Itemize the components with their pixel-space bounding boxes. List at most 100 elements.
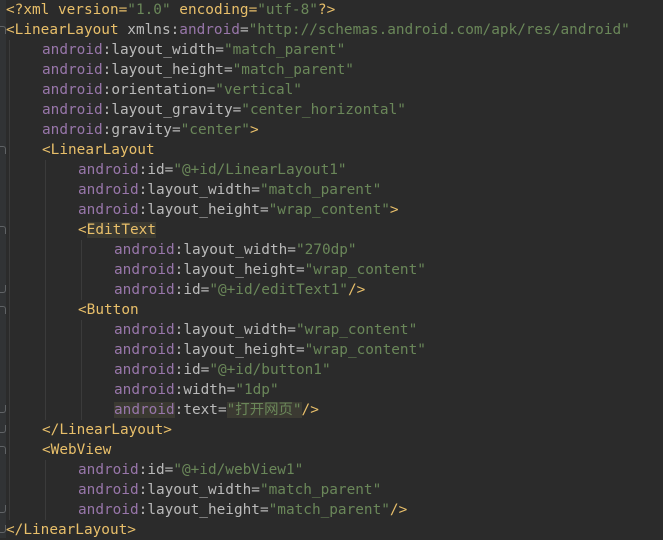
code-token-tag: </LinearLayout> xyxy=(42,422,172,438)
code-token-str: "@+id/editText1" xyxy=(209,282,348,298)
code-token-attr: xmlns: xyxy=(127,22,180,38)
code-token-tag: </LinearLayout> xyxy=(6,522,136,538)
code-line[interactable]: <LinearLayout xyxy=(6,140,663,160)
code-token-ns: android xyxy=(78,182,139,198)
code-token-attr: :id= xyxy=(138,162,174,178)
code-line[interactable]: android:text="打开网页"/> xyxy=(6,400,663,420)
code-token-str: "match_parent" xyxy=(268,502,390,518)
code-line[interactable]: <?xml version="1.0" encoding="utf-8"?> xyxy=(6,0,663,20)
code-line[interactable]: android:layout_gravity="center_horizonta… xyxy=(6,100,663,120)
indent-guide xyxy=(9,380,10,400)
code-line[interactable]: android:layout_width="match_parent" xyxy=(6,40,663,60)
code-line[interactable]: </LinearLayout> xyxy=(6,420,663,440)
code-token-ns: android xyxy=(114,262,175,278)
code-token-str: "match_parent" xyxy=(259,482,382,498)
indent-guide xyxy=(45,300,46,320)
code-line[interactable]: android:layout_height="wrap_content" xyxy=(6,340,663,360)
code-line[interactable]: android:layout_width="270dp" xyxy=(6,240,663,260)
code-token-str: "center" xyxy=(180,122,250,138)
code-token-ns: android xyxy=(78,202,139,218)
indent-guide xyxy=(45,380,46,400)
indent-guide xyxy=(9,140,10,160)
code-token-str: "@+id/LinearLayout1" xyxy=(173,162,347,178)
code-line[interactable]: android:id="@+id/editText1"/> xyxy=(6,280,663,300)
indent-guide xyxy=(9,80,10,100)
code-line[interactable]: android:layout_height="wrap_content"> xyxy=(6,200,663,220)
indent-guide xyxy=(45,180,46,200)
indent-guide xyxy=(9,420,10,440)
code-token-attr: = xyxy=(239,22,249,38)
code-line[interactable]: android:gravity="center"> xyxy=(6,120,663,140)
code-area[interactable]: <?xml version="1.0" encoding="utf-8"?> <L… xyxy=(6,0,663,540)
indent-guide xyxy=(81,340,82,360)
code-token-ns: android xyxy=(114,242,175,258)
code-token-str: "@+id/button1" xyxy=(209,362,331,378)
code-token-attr: :layout_height= xyxy=(174,342,305,358)
code-token-attr: :layout_width= xyxy=(174,242,296,258)
code-line[interactable]: </LinearLayout> xyxy=(6,520,663,540)
code-token-attr: :id= xyxy=(174,282,210,298)
code-line[interactable]: android:id="@+id/button1" xyxy=(6,360,663,380)
indent-guide xyxy=(45,360,46,380)
code-line[interactable]: <Button xyxy=(6,300,663,320)
indent-guide xyxy=(9,220,10,240)
code-token-ns: android xyxy=(78,462,139,478)
indent-guide xyxy=(9,480,10,500)
indent-guide xyxy=(9,300,10,320)
code-token-str: "wrap_content" xyxy=(304,342,426,358)
indent-guide xyxy=(9,200,10,220)
code-token-attr: :layout_width= xyxy=(138,482,260,498)
indent-guide xyxy=(81,360,82,380)
code-token-ns: android xyxy=(114,402,175,418)
indent-guide xyxy=(81,260,82,280)
code-token-str: "wrap_content" xyxy=(295,322,418,338)
code-token-attr: :text= xyxy=(174,402,227,418)
indent-guide xyxy=(9,360,10,380)
code-token-ns: android xyxy=(179,22,240,38)
indent-guide xyxy=(9,60,10,80)
code-line[interactable]: android:layout_height="match_parent"/> xyxy=(6,500,663,520)
code-token-attr: :orientation= xyxy=(102,82,216,98)
code-line[interactable]: android:id="@+id/webView1" xyxy=(6,460,663,480)
code-token-tag: <Button xyxy=(78,302,139,318)
indent-guide xyxy=(9,340,10,360)
code-token-ns: android xyxy=(78,482,139,498)
code-token-str: "wrap_content" xyxy=(304,262,426,278)
code-token-tag: <WebView xyxy=(42,442,112,458)
code-token-str: "match_parent" xyxy=(223,42,346,58)
indent-guide xyxy=(45,220,46,240)
indent-guide xyxy=(45,320,46,340)
code-line[interactable]: <EditText xyxy=(6,220,663,240)
code-token-ns: android xyxy=(114,342,175,358)
indent-guide xyxy=(45,460,46,480)
indent-guide xyxy=(9,400,10,420)
code-token-attr: :layout_gravity= xyxy=(102,102,242,118)
code-line[interactable]: android:orientation="vertical" xyxy=(6,80,663,100)
code-line[interactable]: android:layout_width="wrap_content" xyxy=(6,320,663,340)
code-token-attr: :layout_height= xyxy=(138,202,269,218)
code-token-ns: android xyxy=(114,322,175,338)
code-token-tag: < xyxy=(78,222,87,238)
indent-guide xyxy=(81,280,82,300)
indent-guide xyxy=(45,240,46,260)
code-token-str: "center_horizontal" xyxy=(241,102,406,118)
code-line[interactable]: <LinearLayout xmlns:android="http://sche… xyxy=(6,20,663,40)
indent-guide xyxy=(9,440,10,460)
code-line[interactable]: android:layout_width="match_parent" xyxy=(6,180,663,200)
code-line[interactable]: android:id="@+id/LinearLayout1" xyxy=(6,160,663,180)
code-token-ns: android xyxy=(42,82,103,98)
code-editor[interactable]: <?xml version="1.0" encoding="utf-8"?> <L… xyxy=(0,0,663,538)
indent-guide xyxy=(9,180,10,200)
code-line[interactable]: android:layout_height="match_parent" xyxy=(6,60,663,80)
code-token-decl: ?> xyxy=(317,2,336,18)
code-line[interactable]: <WebView xyxy=(6,440,663,460)
code-token-tag: /> xyxy=(389,502,408,518)
code-token-ns: android xyxy=(42,102,103,118)
code-line[interactable]: android:layout_width="match_parent" xyxy=(6,480,663,500)
indent-guide xyxy=(81,320,82,340)
code-line[interactable]: android:width="1dp" xyxy=(6,380,663,400)
code-token-tag: <LinearLayout xyxy=(6,22,128,38)
indent-guide xyxy=(9,120,10,140)
code-token-str: "1dp" xyxy=(235,382,279,398)
code-line[interactable]: android:layout_height="wrap_content" xyxy=(6,260,663,280)
